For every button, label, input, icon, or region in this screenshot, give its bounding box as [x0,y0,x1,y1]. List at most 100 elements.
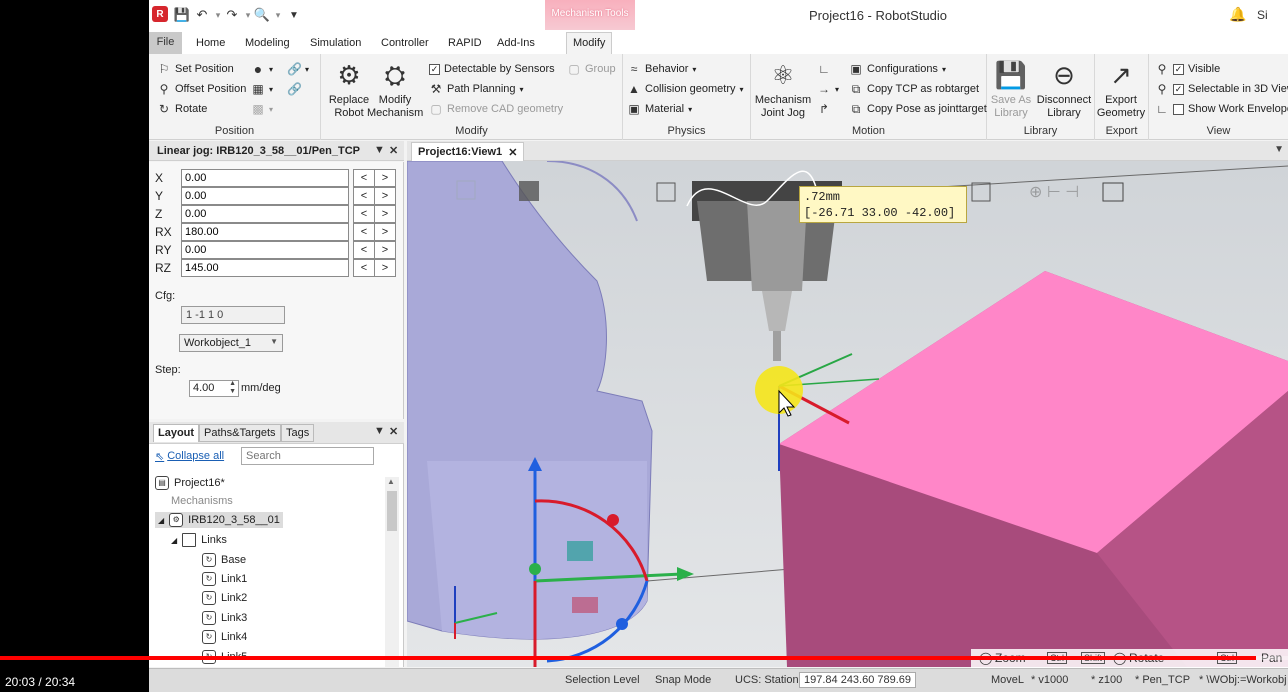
move-instruction[interactable]: MoveL [991,674,1024,686]
ry-increment-button[interactable]: > [374,241,396,259]
offset-position-button[interactable]: ⚲ Offset Position [157,80,247,98]
tree-scrollbar[interactable]: ▲ [385,477,399,667]
copy-pose-button[interactable]: ⧉ Copy Pose as jointtarget [849,100,987,118]
y-decrement-button[interactable]: < [353,187,375,205]
set-position-button[interactable]: ⚐ Set Position [157,60,234,78]
attach-button[interactable]: 🔗 ▾ [287,60,309,78]
customize-qat-icon[interactable]: ▼ [285,6,303,24]
place-button[interactable]: ● ▾ [251,60,273,78]
panel-menu-icon[interactable]: ▼ [374,144,385,156]
gizmo-plane-handle[interactable] [567,541,593,561]
rx-field[interactable] [181,223,349,241]
tab-view1[interactable]: Project16:View1 ✕ [411,142,525,161]
behavior-button[interactable]: ≈ Behavior ▾ [627,60,697,78]
close-icon[interactable]: ✕ [389,425,398,438]
disconnect-library-button[interactable]: ⊖ Disconnect Library [1035,56,1093,120]
y-increment-button[interactable]: > [374,187,396,205]
visible-checkbox[interactable]: ⚲ ✓ Visible [1155,60,1221,78]
remove-cad-geometry-button[interactable]: ▢ Remove CAD geometry [429,100,563,118]
distribute-button[interactable]: ▩ ▾ [251,100,273,118]
spinner-arrows-icon[interactable]: ▲ ▼ [229,380,236,396]
tree-item-project[interactable]: ▤ Project16* [155,476,225,490]
modify-mechanism-button[interactable]: ⛭ Modify Mechanism [367,56,423,120]
z-field[interactable] [181,205,349,223]
scene-canvas[interactable]: ⊕ ⊢ ⊣ [407,161,1288,667]
collision-geometry-button[interactable]: ▲ Collision geometry ▾ [627,80,743,98]
y-field[interactable] [181,187,349,205]
tree-item-link[interactable]: ↻ Base [202,553,246,567]
mechanism-joint-jog-button[interactable]: ⚛ Mechanism Joint Jog [753,56,813,120]
x-field[interactable] [181,169,349,187]
material-button[interactable]: ▣ Material ▾ [627,100,692,118]
app-logo[interactable]: R [152,6,168,22]
align-button[interactable]: ▦ ▾ [251,80,273,98]
tab-file[interactable]: File [149,32,182,54]
jog-linear-icon-button[interactable]: ∟ [817,60,831,78]
search-input[interactable] [241,447,374,465]
tool-setting[interactable]: * Pen_TCP [1135,674,1190,686]
x-decrement-button[interactable]: < [353,169,375,187]
gizmo-plane-handle[interactable] [572,597,598,613]
tree-item-robot[interactable]: ◢ ⚙ IRB120_3_58__01 [155,512,283,528]
tree-item-link[interactable]: ↻ Link4 [202,630,247,644]
close-icon[interactable]: ✕ [389,144,398,157]
tab-home[interactable]: Home [190,34,231,54]
rotate-button[interactable]: ↻ Rotate [157,100,207,118]
detectable-by-sensors-checkbox[interactable]: ✓ Detectable by Sensors [429,60,555,78]
panel-menu-icon[interactable]: ▼ [374,425,385,437]
group-button[interactable]: ▢ Group [567,60,615,78]
pen-holder[interactable] [747,201,807,291]
gizmo-handle[interactable] [607,514,619,526]
save-icon[interactable]: 💾 [173,6,191,24]
tab-tags[interactable]: Tags [281,424,315,442]
speed-setting[interactable]: * v1000 [1031,674,1068,686]
tree-item-link[interactable]: ↻ Link2 [202,591,247,605]
rz-decrement-button[interactable]: < [353,259,375,277]
expanded-triangle-icon[interactable]: ◢ [158,516,164,525]
3d-viewport[interactable]: ⊕ ⊢ ⊣ .72mm [-26.71 33.00 -42.00] [407,161,1288,667]
video-progress-bar[interactable] [0,656,1288,660]
gizmo-handle[interactable] [529,563,541,575]
sign-in-link[interactable]: Si [1257,8,1268,22]
rz-increment-button[interactable]: > [374,259,396,277]
save-as-library-button[interactable]: 💾 Save As Library [987,56,1035,120]
workobject-select[interactable]: Workobject_1 ▼ [179,334,283,352]
export-geometry-button[interactable]: ↗ Export Geometry [1095,56,1147,120]
jog-direction-button[interactable]: → ▾ [817,80,839,98]
expanded-triangle-icon[interactable]: ◢ [171,536,177,545]
tab-paths-targets[interactable]: Paths&Targets [199,424,281,442]
tab-controller[interactable]: Controller [375,34,435,54]
path-planning-button[interactable]: ⚒ Path Planning ▾ [429,80,524,98]
gizmo-handle[interactable] [616,618,628,630]
tree-item-links[interactable]: ◢ Links [171,533,227,547]
robot-base[interactable] [427,461,647,640]
step-spinner[interactable]: 4.00 ▲ ▼ [189,380,239,397]
zone-setting[interactable]: * z100 [1091,674,1122,686]
close-icon[interactable]: ✕ [508,146,517,159]
scrollbar-thumb[interactable] [387,491,397,531]
z-decrement-button[interactable]: < [353,205,375,223]
selectable-checkbox[interactable]: ⚲ ✓ Selectable in 3D View [1155,80,1288,98]
tab-menu-icon[interactable]: ▼ [1274,144,1284,155]
rx-increment-button[interactable]: > [374,223,396,241]
tab-modify[interactable]: Modify [566,32,613,54]
configurations-button[interactable]: ▣ Configurations ▾ [849,60,946,78]
scroll-up-icon[interactable]: ▲ [387,477,395,486]
notification-bell-icon[interactable]: 🔔 [1229,6,1246,23]
snap-mode-dropdown[interactable]: Snap Mode [655,674,711,686]
x-increment-button[interactable]: > [374,169,396,187]
z-increment-button[interactable]: > [374,205,396,223]
selection-level-dropdown[interactable]: Selection Level [565,674,640,686]
collapse-all-link[interactable]: ⇖ Collapse all [155,450,224,463]
tab-layout[interactable]: Layout [153,424,200,442]
ry-decrement-button[interactable]: < [353,241,375,259]
rz-field[interactable] [181,259,349,277]
rx-decrement-button[interactable]: < [353,223,375,241]
tab-rapid[interactable]: RAPID [442,34,488,54]
jog-reorient-button[interactable]: ↱ [817,100,831,118]
ry-field[interactable] [181,241,349,259]
workobject-setting[interactable]: * \WObj:=Workobj [1199,674,1287,686]
view-cube-icon[interactable] [519,181,539,201]
tab-modeling[interactable]: Modeling [239,34,296,54]
copy-tcp-button[interactable]: ⧉ Copy TCP as robtarget [849,80,979,98]
